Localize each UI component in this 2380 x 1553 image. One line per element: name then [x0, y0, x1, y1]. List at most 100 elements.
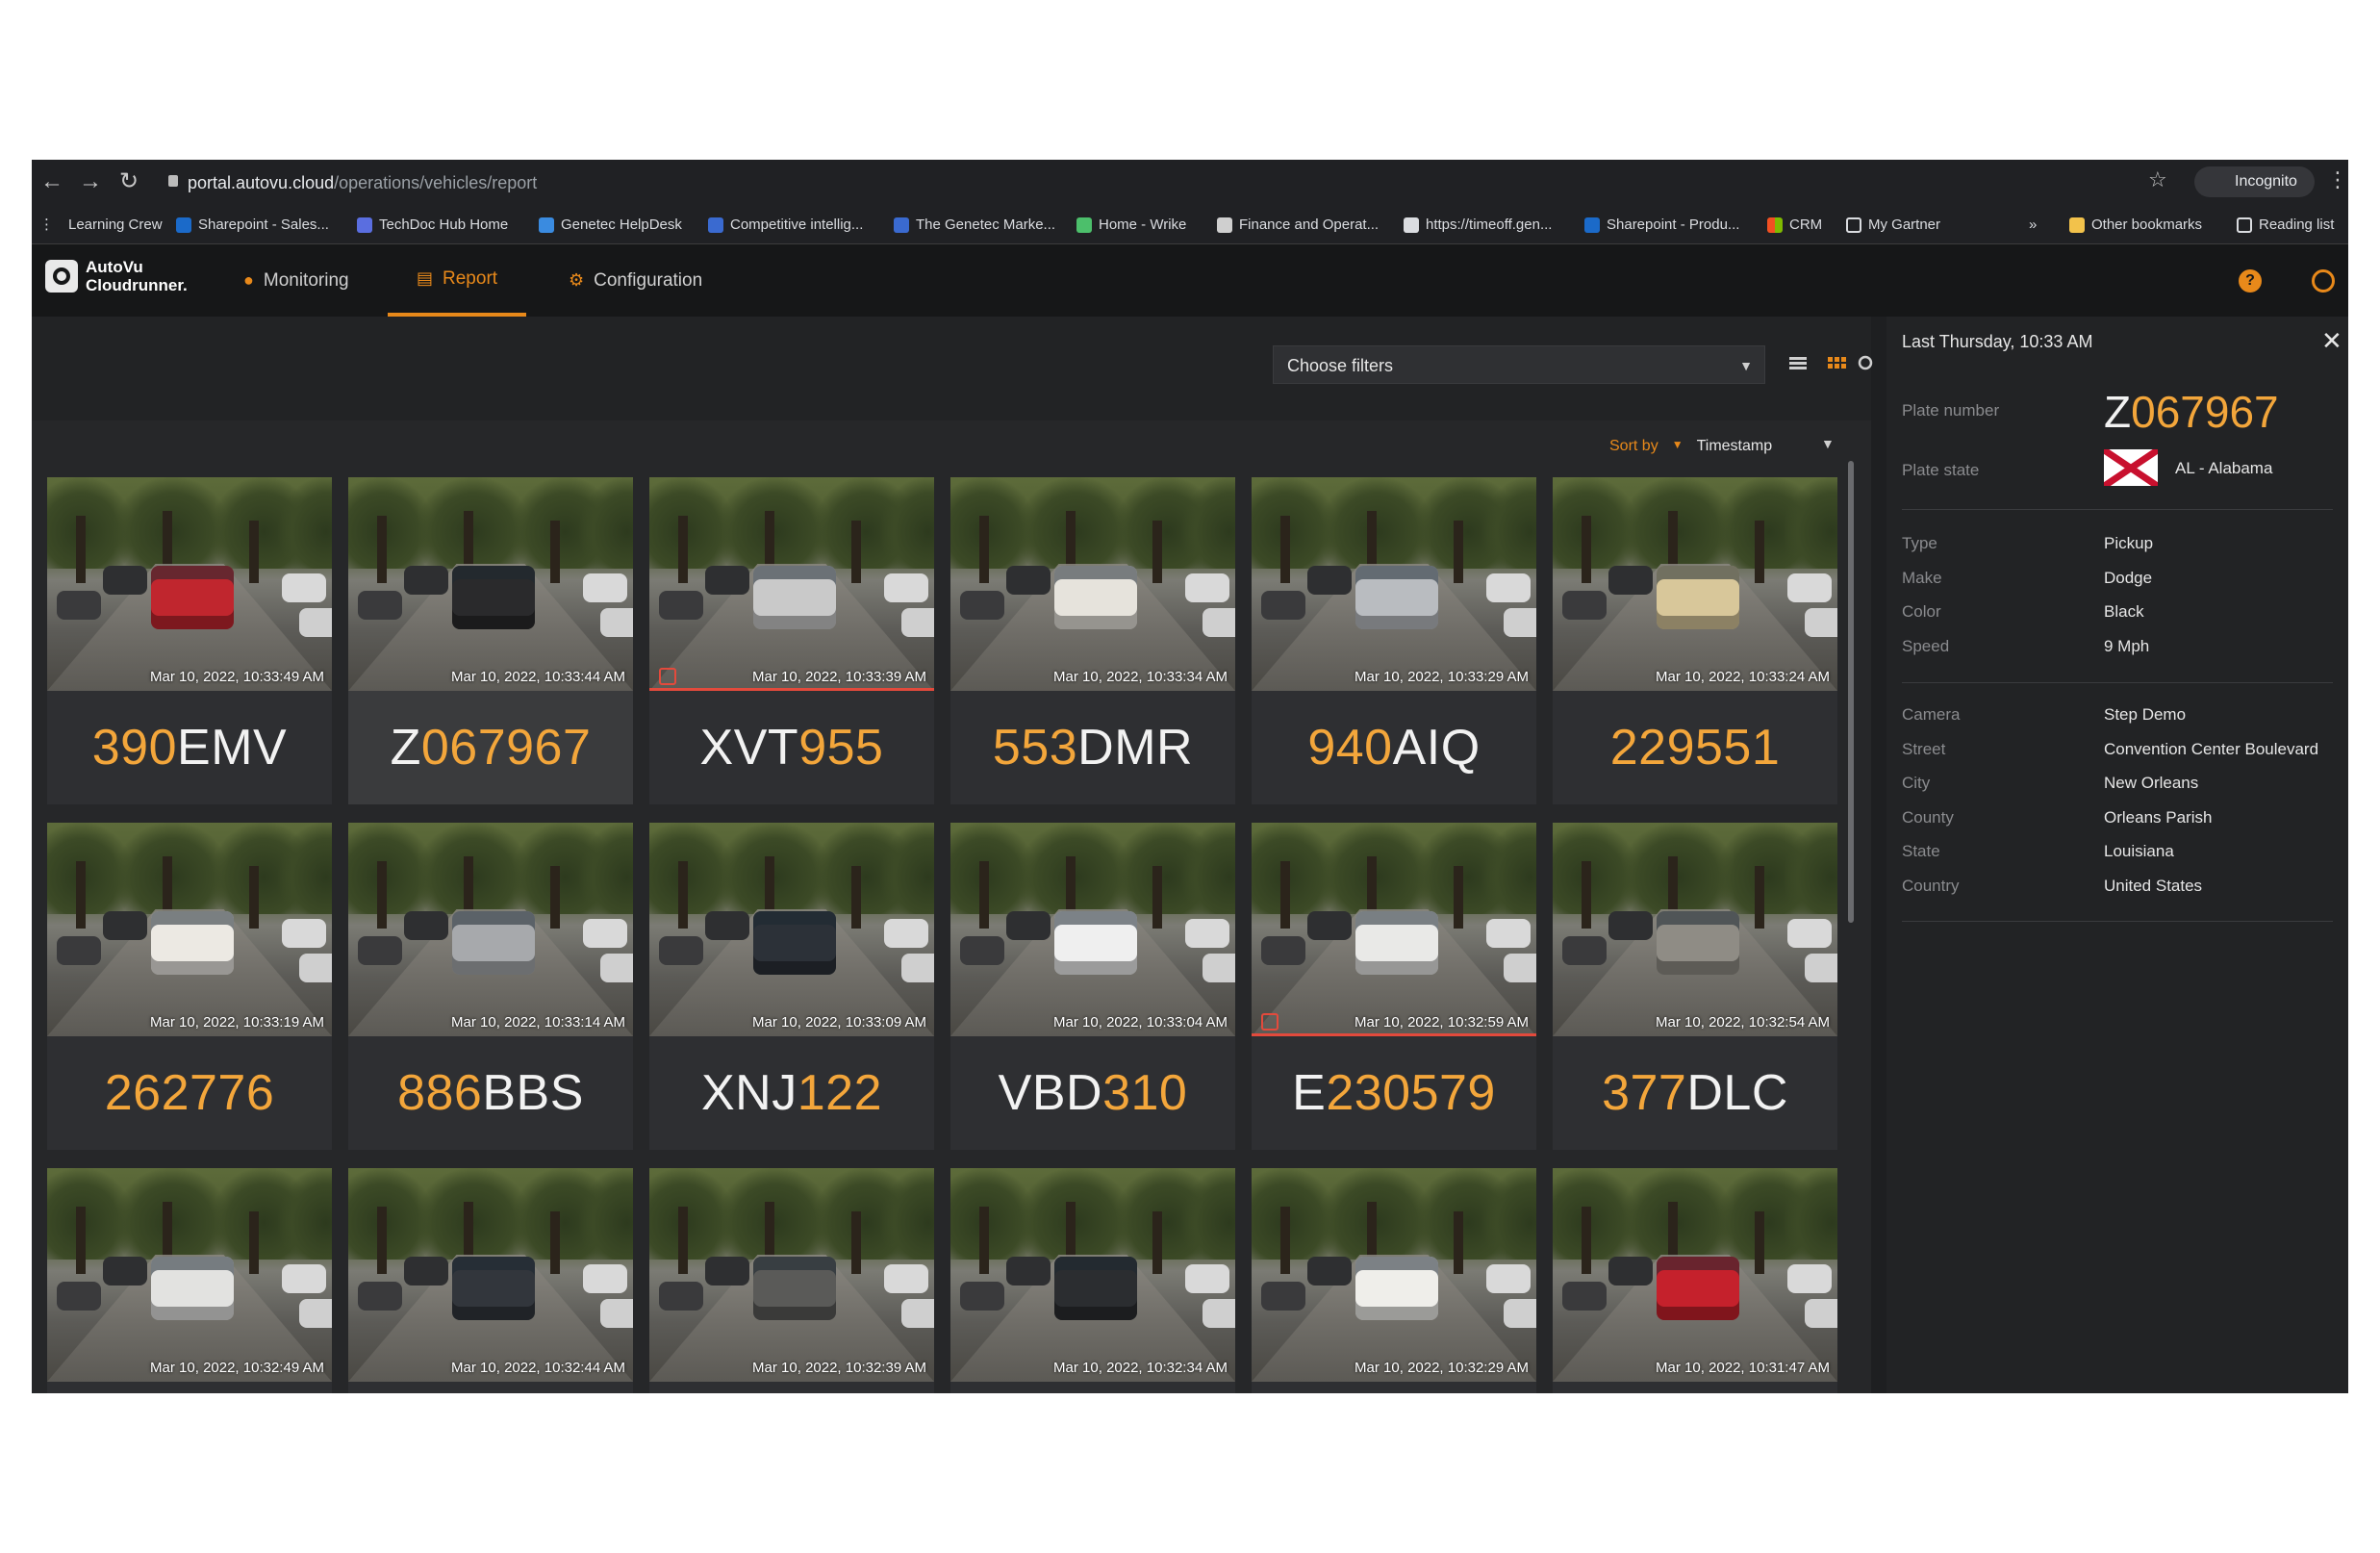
help-icon[interactable]: ? — [2239, 269, 2262, 293]
parked-car-shape — [1203, 1299, 1235, 1328]
tree-trunk-shape — [1755, 521, 1764, 583]
back-arrow-icon[interactable]: ← — [38, 167, 66, 196]
parked-car-shape — [282, 1264, 326, 1293]
read-card[interactable]: Mar 10, 2022, 10:31:47 AM — [1553, 1168, 1837, 1393]
subject-vehicle-shape — [753, 566, 836, 629]
read-card[interactable]: Mar 10, 2022, 10:33:24 AM 229551 — [1553, 477, 1837, 804]
caret-down-icon[interactable]: ▼ — [1821, 436, 1835, 451]
url-field[interactable]: portal.autovu.cloud/operations/vehicles/… — [165, 168, 2227, 197]
tree-trunk-shape — [1367, 856, 1377, 914]
tab-configuration[interactable]: ⚙ Configuration — [563, 244, 708, 317]
bookmark-9[interactable]: Sharepoint - Produ... — [1584, 215, 1739, 236]
read-timestamp: Mar 10, 2022, 10:32:44 AM — [451, 1360, 625, 1376]
plate-suffix: 310 — [1102, 1065, 1188, 1121]
tree-shape — [278, 823, 332, 914]
read-card[interactable]: Mar 10, 2022, 10:33:09 AM XNJ122 — [649, 823, 934, 1150]
bookmark-8[interactable]: https://timeoff.gen... — [1404, 215, 1552, 236]
user-account-icon[interactable] — [2312, 269, 2335, 293]
parked-car-shape — [1185, 1264, 1229, 1293]
bookmark-label: My Gartner — [1868, 216, 1941, 233]
incognito-badge[interactable]: Incognito — [2194, 166, 2315, 197]
tab-report[interactable]: ▤ Report — [388, 244, 527, 317]
city-label: City — [1902, 774, 1931, 792]
parked-car-shape — [1562, 936, 1607, 965]
read-card[interactable]: Mar 10, 2022, 10:32:34 AM — [950, 1168, 1235, 1393]
read-card[interactable]: Mar 10, 2022, 10:32:49 AM — [47, 1168, 332, 1393]
tree-trunk-shape — [1280, 1207, 1290, 1274]
read-card[interactable]: Mar 10, 2022, 10:32:39 AM — [649, 1168, 934, 1393]
type-value: Pickup — [2104, 534, 2154, 552]
read-card[interactable]: Mar 10, 2022, 10:33:04 AM VBD310 — [950, 823, 1235, 1150]
scrollbar[interactable] — [1848, 461, 1854, 923]
plate-prefix: Z — [2104, 387, 2132, 437]
bookmark-5[interactable]: The Genetec Marke... — [894, 215, 1055, 236]
read-card[interactable]: Mar 10, 2022, 10:33:39 AM XVT955 — [649, 477, 934, 804]
read-card[interactable]: Mar 10, 2022, 10:33:14 AM 886BBS — [348, 823, 633, 1150]
read-card[interactable]: Mar 10, 2022, 10:32:54 AM 377DLC — [1553, 823, 1837, 1150]
bookmark-1[interactable]: Sharepoint - Sales... — [176, 215, 329, 236]
close-icon[interactable]: ✕ — [2321, 326, 2342, 356]
app-logo[interactable]: AutoVu Cloudrunner. — [45, 258, 188, 294]
bookmark-6[interactable]: Home - Wrike — [1076, 215, 1186, 236]
list-view-icon[interactable] — [1788, 355, 1808, 370]
read-card[interactable]: Mar 10, 2022, 10:32:44 AM — [348, 1168, 633, 1393]
plate-suffix: EMV — [177, 720, 288, 776]
bookmark-3[interactable]: Genetec HelpDesk — [539, 215, 682, 236]
read-card[interactable]: Mar 10, 2022, 10:33:44 AM Z067967 — [348, 477, 633, 804]
read-card[interactable]: Mar 10, 2022, 10:32:59 AM E230579 — [1252, 823, 1536, 1150]
tree-trunk-shape — [765, 856, 774, 914]
read-card[interactable]: Mar 10, 2022, 10:33:49 AM 390EMV — [47, 477, 332, 804]
plate-text: 940AIQ — [1252, 691, 1536, 804]
parked-car-shape — [884, 1264, 928, 1293]
parked-car-shape — [57, 1282, 101, 1311]
bookmark-2[interactable]: TechDoc Hub Home — [357, 215, 508, 236]
bookmark-7[interactable]: Finance and Operat... — [1217, 215, 1379, 236]
sort-label: Sort by — [1609, 438, 1658, 454]
vehicle-photo: Mar 10, 2022, 10:33:49 AM — [47, 477, 332, 691]
divider — [1902, 682, 2333, 683]
bookmark-label: https://timeoff.gen... — [1426, 216, 1553, 233]
bookmark-11[interactable]: My Gartner — [1846, 215, 1940, 236]
read-card[interactable]: Mar 10, 2022, 10:32:29 AM — [1252, 1168, 1536, 1393]
read-timestamp: Mar 10, 2022, 10:33:49 AM — [150, 669, 324, 685]
read-card[interactable]: Mar 10, 2022, 10:33:34 AM 553DMR — [950, 477, 1235, 804]
subject-vehicle-shape — [1355, 1257, 1438, 1320]
bookmark-label: Home - Wrike — [1099, 216, 1187, 233]
parked-car-shape — [960, 591, 1004, 620]
plate-prefix: VBD — [998, 1065, 1103, 1121]
subject-vehicle-shape — [151, 1257, 234, 1320]
parked-car-shape — [1562, 591, 1607, 620]
read-card[interactable]: Mar 10, 2022, 10:33:19 AM 262776 — [47, 823, 332, 1150]
apps-grid-icon[interactable]: ⋮ — [39, 215, 54, 236]
filters-dropdown[interactable]: Choose filters ▼ — [1273, 345, 1765, 384]
bookmark-star-icon[interactable]: ☆ — [2148, 167, 2167, 192]
subject-vehicle-shape — [1657, 566, 1739, 629]
street-value: Convention Center Boulevard — [2104, 740, 2319, 758]
reading-list[interactable]: Reading list — [2237, 215, 2334, 236]
plate-number-label: Plate number — [1902, 401, 2000, 420]
refresh-icon[interactable] — [1856, 355, 1875, 370]
browser-menu-icon[interactable]: ⋮ — [2327, 167, 2348, 192]
sort-control[interactable]: Sort by ▼ Timestamp — [1609, 438, 1772, 455]
parked-car-shape — [103, 1257, 147, 1286]
vehicle-photo: Mar 10, 2022, 10:32:44 AM — [348, 1168, 633, 1382]
grid-view-icon[interactable] — [1827, 355, 1846, 370]
forward-arrow-icon[interactable]: → — [76, 167, 105, 196]
hotlist-icon — [659, 668, 676, 685]
bookmark-10[interactable]: CRM — [1767, 215, 1822, 236]
bookmark-4[interactable]: Competitive intellig... — [708, 215, 863, 236]
tab-monitoring[interactable]: ● Monitoring — [238, 244, 355, 317]
plate-prefix: 377 — [1602, 1065, 1687, 1121]
bookmark-0[interactable]: Learning Crew — [68, 215, 163, 236]
parked-car-shape — [358, 936, 402, 965]
more-bookmarks-button[interactable]: » — [2029, 215, 2037, 236]
reload-icon[interactable]: ↻ — [114, 167, 143, 196]
read-detail-panel: Last Thursday, 10:33 AM ✕ Plate number Z… — [1886, 317, 2348, 1393]
parked-car-shape — [901, 608, 934, 637]
parked-car-shape — [1486, 919, 1531, 948]
read-timestamp: Mar 10, 2022, 10:32:29 AM — [1355, 1360, 1529, 1376]
read-card[interactable]: Mar 10, 2022, 10:33:29 AM 940AIQ — [1252, 477, 1536, 804]
parked-car-shape — [103, 911, 147, 940]
bookmark-label: Finance and Operat... — [1239, 216, 1380, 233]
other-bookmarks[interactable]: Other bookmarks — [2069, 215, 2202, 236]
